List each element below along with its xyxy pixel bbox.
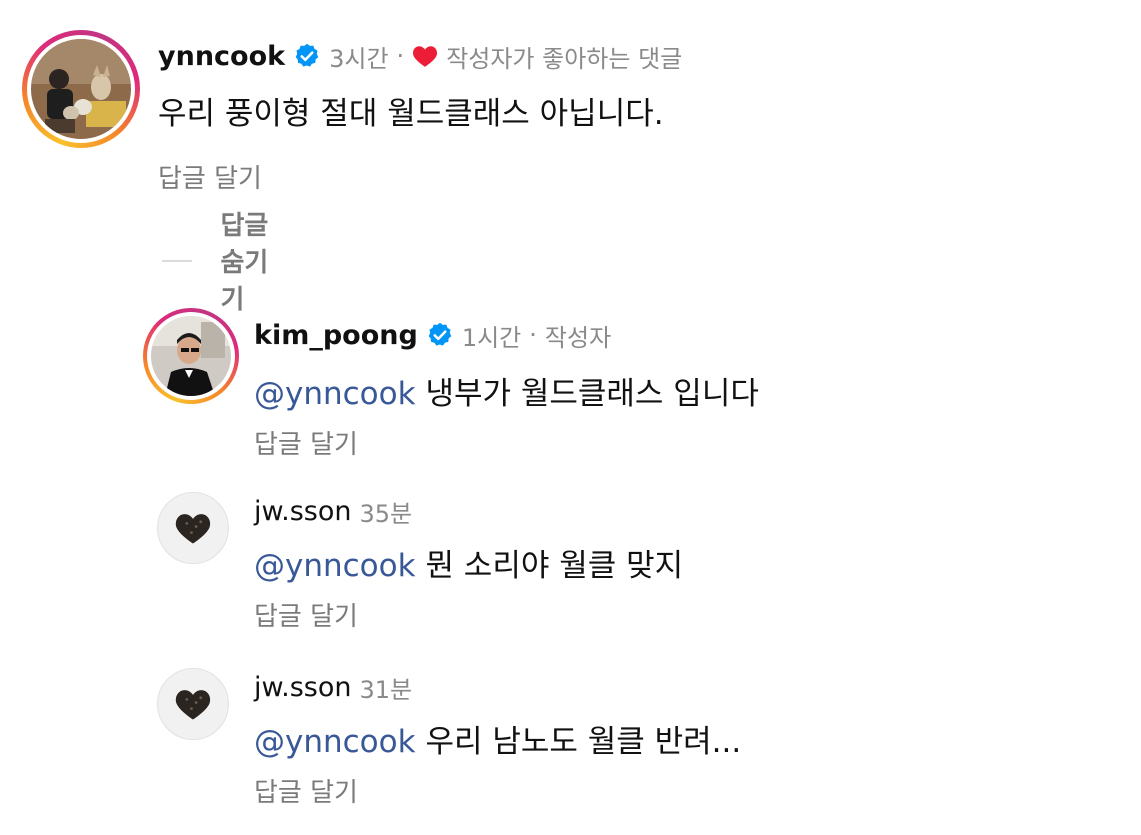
dark-heart-icon — [175, 514, 211, 544]
username[interactable]: kim_poong — [254, 320, 418, 351]
comment-header: ynncook 3시간 · 작성자가 좋아하는 댓글 — [158, 38, 682, 74]
liked-by-author-label: 작성자가 좋아하는 댓글 — [446, 44, 683, 73]
hide-replies-label: 답글 숨기기 — [220, 211, 269, 315]
mention-link[interactable]: @ynncook — [254, 548, 416, 584]
comment-time: 3시간 — [329, 44, 389, 73]
hide-replies-divider — [162, 259, 193, 262]
separator-dot: · — [529, 321, 537, 349]
avatar-jw-sson[interactable] — [157, 492, 229, 564]
verified-badge-icon — [428, 322, 452, 346]
comment-text: @ynncook 뭔 소리야 월클 맞지 — [254, 540, 683, 585]
comment-time: 1시간 — [461, 323, 522, 352]
username[interactable]: jw.sson — [254, 496, 351, 527]
avatar-photo-man — [151, 316, 231, 396]
comment-text: @ynncook 냉부가 월드클래스 입니다 — [254, 368, 759, 413]
mention-link[interactable]: @ynncook — [254, 376, 416, 412]
reply-header: jw.sson 31분 — [254, 669, 412, 705]
comment-body: 우리 남노도 월클 반려... — [425, 724, 742, 760]
verified-badge-icon — [295, 43, 319, 67]
mention-link[interactable]: @ynncook — [254, 724, 416, 760]
reply-button[interactable]: 답글 달기 — [254, 772, 358, 809]
separator-dot: · — [396, 42, 405, 70]
comment-text: 우리 풍이형 절대 월드클래스 아닙니다. — [158, 96, 664, 132]
dark-heart-icon — [175, 690, 211, 720]
reply-header: kim_poong 1시간 · 작성자 — [254, 317, 611, 353]
username[interactable]: jw.sson — [254, 672, 351, 703]
avatar-photo-dogs — [31, 39, 131, 139]
reply-button[interactable]: 답글 달기 — [158, 158, 262, 195]
comment-time: 31분 — [359, 675, 413, 704]
author-badge: 작성자 — [544, 323, 612, 352]
comment-body: 뭔 소리야 월클 맞지 — [425, 548, 684, 584]
reply-button[interactable]: 답글 달기 — [254, 424, 358, 461]
comment-body: 냉부가 월드클래스 입니다 — [425, 376, 759, 412]
avatar-ynncook[interactable] — [22, 30, 140, 148]
avatar-kim-poong[interactable] — [143, 308, 239, 404]
comment-time: 35분 — [359, 499, 413, 528]
reply-button[interactable]: 답글 달기 — [254, 596, 358, 633]
hide-replies-button[interactable]: 답글 숨기기 — [162, 205, 280, 316]
username[interactable]: ynncook — [158, 41, 285, 72]
reply-header: jw.sson 35분 — [254, 493, 412, 529]
avatar-jw-sson[interactable] — [157, 668, 229, 740]
comment-text: @ynncook 우리 남노도 월클 반려... — [254, 716, 741, 761]
heart-icon — [413, 46, 438, 67]
